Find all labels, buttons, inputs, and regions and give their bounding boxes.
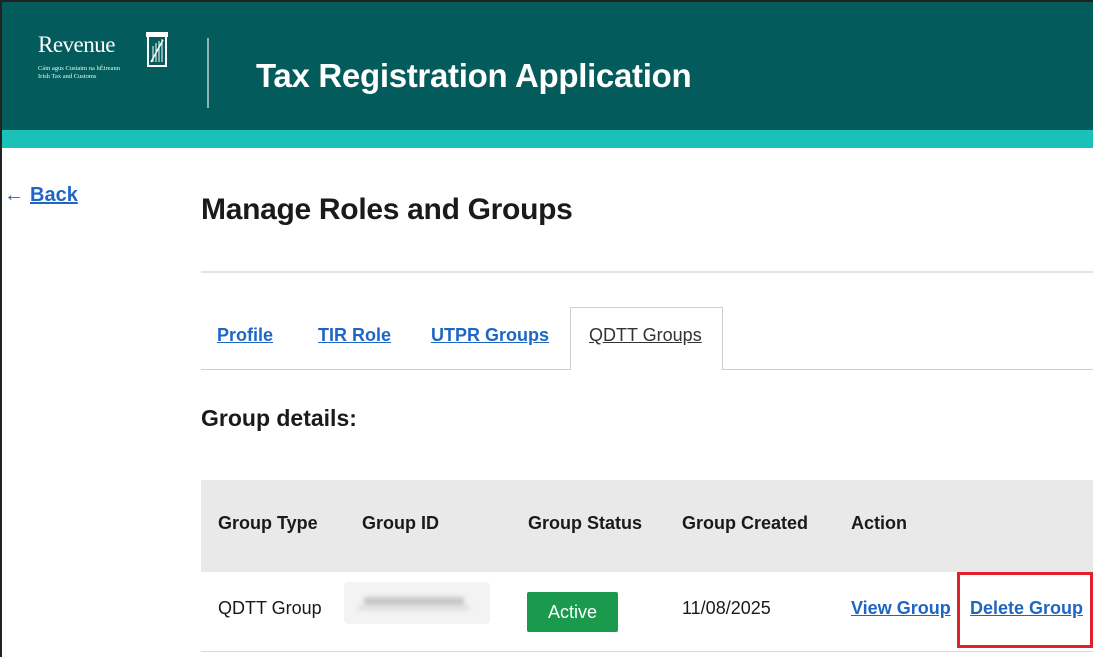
logo-tagline-irish: Cáin agus Custaim na hÉireann (38, 65, 120, 72)
header-accent-stripe (0, 130, 1093, 148)
cell-group-created: 11/08/2025 (682, 598, 771, 618)
app-title: Tax Registration Application (256, 57, 692, 94)
screenshot-border-left (0, 0, 2, 657)
table-row-divider (201, 651, 1093, 652)
table-header-row (201, 480, 1093, 572)
column-header-group-type: Group Type (218, 513, 318, 533)
title-divider (201, 271, 1093, 273)
header-divider (207, 38, 209, 108)
tab-qdtt-groups-label: QDTT Groups (589, 325, 702, 345)
cell-group-id-redacted (344, 582, 490, 624)
highlight-annotation-box (957, 572, 1093, 648)
column-header-action: Action (851, 513, 907, 533)
tab-utpr-groups[interactable]: UTPR Groups (431, 325, 549, 346)
back-arrow-icon: ← (4, 184, 24, 206)
column-header-group-status: Group Status (528, 513, 643, 533)
logo-tagline-english: Irish Tax and Customs (38, 73, 97, 80)
harp-icon (146, 32, 168, 67)
page-title: Manage Roles and Groups (201, 193, 573, 226)
logo-wordmark: Revenue (38, 32, 115, 57)
status-badge: Active (527, 592, 618, 632)
cell-group-type: QDTT Group (218, 598, 322, 618)
back-link[interactable]: ← Back (4, 184, 78, 207)
tab-profile[interactable]: Profile (217, 325, 273, 346)
screenshot-border-top (0, 0, 1093, 2)
view-group-link[interactable]: View Group (851, 598, 951, 619)
group-details-heading: Group details: (201, 405, 357, 431)
revenue-logo[interactable]: Revenue Cáin agus Custaim na hÉireann Ir… (38, 30, 178, 100)
tab-tir-role[interactable]: TIR Role (318, 325, 391, 346)
column-header-group-created: Group Created (682, 513, 809, 533)
column-header-group-id: Group ID (362, 513, 439, 533)
back-link-label: Back (30, 184, 78, 206)
